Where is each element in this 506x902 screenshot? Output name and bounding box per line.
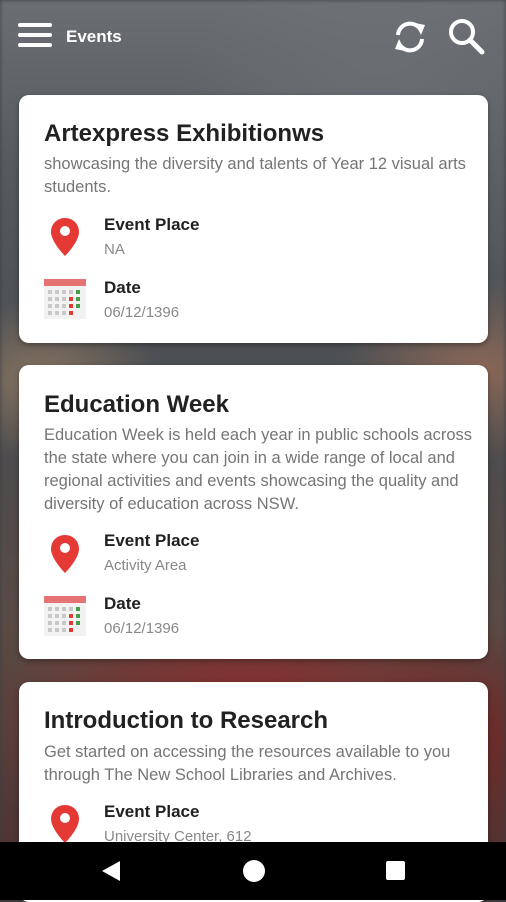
event-place-value: Activity Area (104, 557, 187, 574)
event-date-label: Date (104, 278, 141, 297)
event-description: showcasing the diversity and talents of … (44, 155, 466, 196)
app-bar: Events (0, 0, 506, 76)
location-pin-icon (51, 805, 79, 843)
menu-icon[interactable] (18, 23, 52, 51)
event-place-label: Event Place (104, 802, 200, 821)
event-description: Get started on accessing the resources a… (44, 743, 451, 784)
event-date-value: 06/12/1396 (104, 620, 180, 637)
back-icon[interactable] (100, 860, 122, 882)
event-card[interactable]: Education Week Education Week is held ea… (19, 365, 488, 659)
event-place-label: Event Place (104, 215, 200, 234)
event-title: Introduction to Research (44, 707, 329, 734)
event-place-value: NA (104, 241, 125, 258)
location-pin-icon (51, 535, 79, 573)
calendar-icon (44, 596, 86, 636)
event-title: Artexpress Exhibitionws (44, 120, 325, 147)
event-date-label: Date (104, 594, 141, 613)
location-pin-icon (51, 218, 79, 256)
event-date-value: 06/12/1396 (104, 304, 180, 321)
event-description: Education Week is held each year in publ… (44, 426, 473, 513)
system-navigation-bar (0, 842, 506, 900)
recents-icon[interactable] (386, 861, 405, 880)
event-card[interactable]: Artexpress Exhibitionws showcasing the d… (19, 95, 488, 343)
event-title: Education Week (44, 391, 229, 418)
refresh-icon[interactable] (390, 17, 430, 57)
home-icon[interactable] (243, 860, 265, 882)
search-icon[interactable] (446, 17, 486, 57)
event-place-label: Event Place (104, 531, 200, 550)
page-title: Events (66, 27, 122, 46)
calendar-icon (44, 279, 86, 319)
